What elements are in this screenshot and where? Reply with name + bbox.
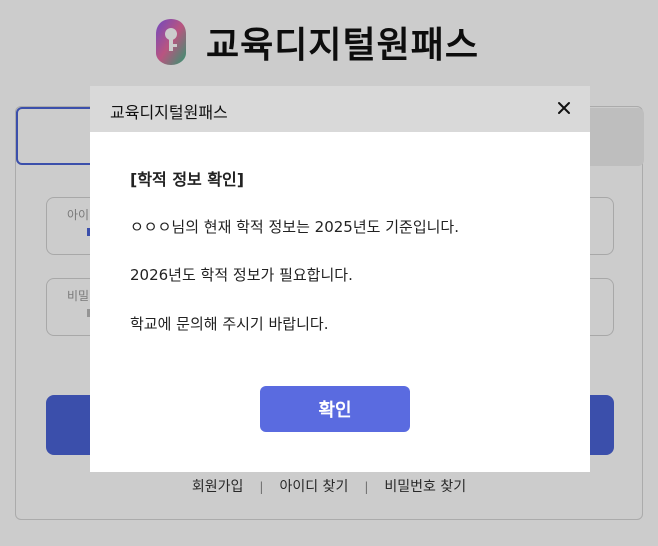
confirm-button[interactable]: 확인 — [260, 386, 410, 432]
dialog-message-line: 2026년도 학적 정보가 필요합니다. — [130, 266, 353, 284]
dialog-heading: [학적 정보 확인] — [130, 170, 245, 189]
dialog-message-line: ㅇㅇㅇ님의 현재 학적 정보는 2025년도 기준입니다. — [130, 218, 459, 236]
dialog-title: 교육디지털원패스 — [110, 103, 228, 122]
close-icon[interactable] — [552, 96, 576, 120]
dialog-message-line: 학교에 문의해 주시기 바랍니다. — [130, 315, 329, 333]
dialog-header: 교육디지털원패스 — [90, 86, 590, 132]
academic-info-dialog: 교육디지털원패스 [학적 정보 확인] ㅇㅇㅇ님의 현재 학적 정보는 2025… — [90, 86, 590, 472]
